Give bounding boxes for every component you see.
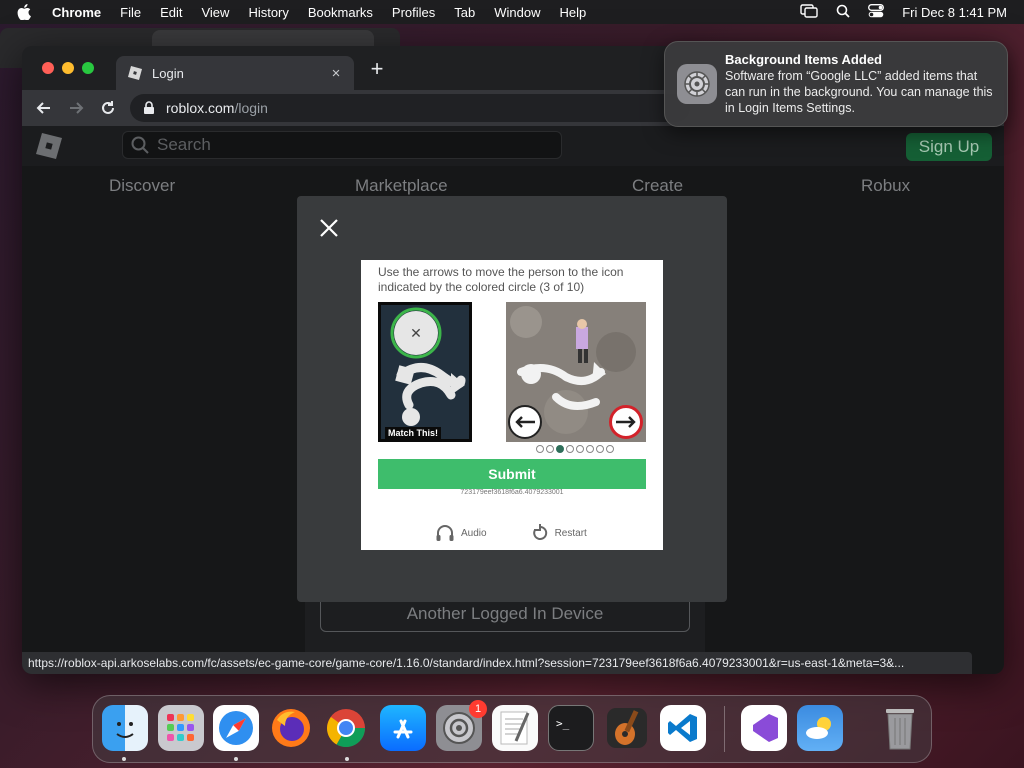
- progress-dots: [536, 445, 614, 453]
- menu-view[interactable]: View: [201, 5, 229, 20]
- notification-body: Software from “Google LLC” added items t…: [725, 69, 993, 115]
- safari-icon[interactable]: [213, 705, 259, 751]
- captcha-frame: Use the arrows to move the person to the…: [361, 260, 663, 550]
- status-bar-url: https://roblox-api.arkoselabs.com/fc/ass…: [22, 652, 972, 674]
- weather-icon[interactable]: [797, 705, 843, 751]
- menu-window[interactable]: Window: [494, 5, 540, 20]
- svg-text:>_: >_: [556, 717, 570, 730]
- roblox-header: Search Sign Up: [22, 126, 1004, 166]
- arrow-left-button[interactable]: [508, 405, 542, 439]
- audio-button[interactable]: Audio: [435, 524, 487, 542]
- headphones-icon: [436, 525, 454, 541]
- menu-tab[interactable]: Tab: [454, 5, 475, 20]
- background-items-notification[interactable]: Background Items Added Software from “Go…: [664, 41, 1008, 127]
- app-store-icon[interactable]: [380, 705, 426, 751]
- terminal-icon[interactable]: >_: [548, 705, 594, 751]
- progress-dot: [556, 445, 564, 453]
- visual-studio-icon[interactable]: [741, 705, 787, 751]
- system-settings-icon: [677, 64, 717, 104]
- target-map-icon: ✕: [381, 305, 469, 439]
- search-icon: [131, 136, 149, 154]
- audio-label: Audio: [461, 527, 487, 539]
- tab-close-icon[interactable]: ×: [328, 65, 344, 82]
- captcha-instruction: Use the arrows to move the person to the…: [378, 265, 624, 294]
- progress-dot: [606, 445, 614, 453]
- chrome-running-dot: [345, 757, 349, 761]
- roblox-favicon-icon: [128, 66, 142, 80]
- minimize-window-button[interactable]: [62, 62, 74, 74]
- dock: 1 >_: [92, 695, 932, 763]
- control-center-icon[interactable]: [868, 3, 885, 21]
- match-this-label: Match This!: [385, 427, 442, 439]
- url-host: roblox.com: [166, 100, 235, 116]
- system-settings-dock-icon[interactable]: 1: [436, 700, 487, 751]
- menu-edit[interactable]: Edit: [160, 5, 182, 20]
- progress-dot: [546, 445, 554, 453]
- dock-separator: [724, 706, 725, 752]
- target-image: ✕ Match This!: [378, 302, 472, 442]
- arrow-right-button[interactable]: [609, 405, 643, 439]
- spotlight-search-icon[interactable]: [836, 4, 850, 21]
- menu-history[interactable]: History: [248, 5, 288, 20]
- garageband-icon[interactable]: [604, 705, 650, 751]
- progress-dot: [576, 445, 584, 453]
- trash-icon[interactable]: [877, 705, 923, 751]
- notification-title: Background Items Added: [725, 52, 882, 67]
- menu-file[interactable]: File: [120, 5, 141, 20]
- finder-running-dot: [122, 757, 126, 761]
- nav-marketplace[interactable]: Marketplace: [355, 176, 448, 196]
- menu-bar: Chrome File Edit View History Bookmarks …: [0, 0, 1024, 24]
- url-path: /login: [234, 100, 268, 116]
- submit-button[interactable]: Submit: [378, 459, 646, 489]
- address-bar[interactable]: roblox.com/login: [130, 94, 690, 122]
- captcha-modal: Use the arrows to move the person to the…: [297, 196, 727, 602]
- firefox-icon[interactable]: [268, 705, 314, 751]
- new-tab-button[interactable]: +: [368, 58, 386, 80]
- vscode-icon[interactable]: [660, 705, 706, 751]
- textedit-icon[interactable]: [492, 705, 538, 751]
- menu-help[interactable]: Help: [560, 5, 587, 20]
- close-icon[interactable]: [317, 216, 341, 240]
- menubar-clock[interactable]: Fri Dec 8 1:41 PM: [902, 5, 1007, 20]
- search-placeholder: Search: [157, 135, 211, 154]
- tab-login[interactable]: Login ×: [116, 56, 354, 90]
- launchpad-icon[interactable]: [158, 705, 204, 751]
- session-id: 723179eef3618f6a6.4079233001: [460, 489, 564, 496]
- roblox-search-input[interactable]: Search: [122, 131, 562, 159]
- menu-bookmarks[interactable]: Bookmarks: [308, 5, 373, 20]
- finder-icon[interactable]: [102, 705, 148, 751]
- progress-dot: [536, 445, 544, 453]
- right-arrow-icon: [616, 416, 636, 428]
- chrome-icon[interactable]: [323, 705, 369, 751]
- captcha-footer: Audio Restart: [435, 524, 631, 542]
- progress-dot: [566, 445, 574, 453]
- restart-button[interactable]: Restart: [531, 524, 587, 542]
- menu-profiles[interactable]: Profiles: [392, 5, 435, 20]
- roblox-logo-icon[interactable]: [36, 133, 62, 159]
- restart-label: Restart: [554, 527, 587, 539]
- apple-menu-icon[interactable]: [17, 4, 35, 20]
- close-window-button[interactable]: [42, 62, 54, 74]
- puzzle-image: [506, 302, 646, 442]
- restart-icon: [532, 524, 547, 540]
- back-arrow-icon[interactable]: [34, 98, 54, 118]
- nav-robux[interactable]: Robux: [861, 176, 910, 196]
- sign-up-button[interactable]: Sign Up: [906, 133, 992, 161]
- tab-title: Login: [152, 65, 184, 81]
- safari-running-dot: [234, 757, 238, 761]
- progress-dot: [596, 445, 604, 453]
- screen-mirroring-icon[interactable]: [800, 3, 818, 21]
- nav-discover[interactable]: Discover: [109, 176, 175, 196]
- menu-app-name[interactable]: Chrome: [52, 5, 101, 20]
- site-info-icon[interactable]: [142, 101, 156, 115]
- forward-arrow-icon[interactable]: [66, 98, 86, 118]
- reload-icon[interactable]: [98, 98, 118, 118]
- progress-dot: [586, 445, 594, 453]
- zoom-window-button[interactable]: [82, 62, 94, 74]
- left-arrow-icon: [515, 416, 535, 428]
- nav-create[interactable]: Create: [632, 176, 683, 196]
- notification-badge: 1: [469, 700, 487, 718]
- svg-text:✕: ✕: [410, 326, 422, 342]
